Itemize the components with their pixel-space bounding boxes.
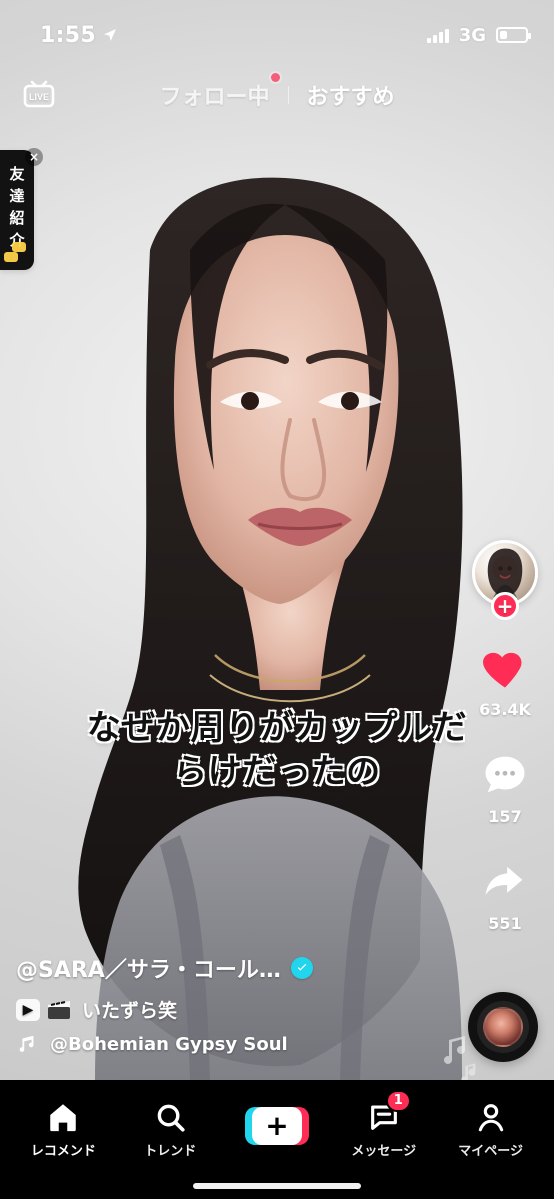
- nav-trending[interactable]: トレンド: [117, 1100, 224, 1159]
- like-action[interactable]: 63.4K: [479, 642, 531, 719]
- profile-icon: [474, 1100, 508, 1134]
- video-info: @SARA／サラ・コール… ▶ いたずら笑 @Bohemian Gypsy So…: [16, 952, 444, 1055]
- friend-invite-char-4: 介: [9, 231, 25, 249]
- create-button[interactable]: +: [244, 1107, 309, 1145]
- bottom-nav-items: レコメンド トレンド + 1 メッセージ マイページ: [0, 1080, 554, 1172]
- friend-invite-char-3: 紹: [9, 209, 25, 227]
- share-arrow-icon: [479, 856, 531, 908]
- friend-invite-close-button[interactable]: ×: [25, 148, 43, 166]
- create-plus-icon: +: [251, 1107, 302, 1145]
- share-action[interactable]: 551: [479, 856, 531, 933]
- share-count: 551: [488, 914, 522, 933]
- video-description: いたずら笑: [82, 1000, 178, 1022]
- nav-messages-label: メッセージ: [351, 1143, 417, 1159]
- coins-icon: [4, 252, 18, 262]
- play-badge-icon: ▶: [16, 998, 40, 1021]
- tab-following-label: フォロー中: [159, 85, 270, 110]
- search-icon: [153, 1100, 187, 1134]
- signal-strength-icon: [426, 27, 449, 43]
- nav-profile-label: マイページ: [458, 1143, 523, 1159]
- status-right: 3G: [426, 24, 531, 46]
- top-navigation: LIVE フォロー中 おすすめ: [0, 70, 554, 120]
- nav-create[interactable]: +: [224, 1107, 331, 1151]
- live-label: LIVE: [29, 92, 49, 102]
- tab-for-you[interactable]: おすすめ: [307, 79, 395, 111]
- home-icon: [46, 1100, 80, 1134]
- top-tabs: フォロー中 おすすめ: [159, 73, 395, 111]
- music-title: @Bohemian Gypsy Soul: [50, 1033, 288, 1055]
- status-time: 1:55: [40, 22, 96, 48]
- message-icon: 1: [367, 1089, 411, 1134]
- description-emoji-icons: ▶: [16, 998, 72, 1021]
- friend-invite-char-1: 友: [9, 165, 25, 183]
- nav-profile[interactable]: マイページ: [437, 1100, 544, 1159]
- friend-invite-badge[interactable]: × 友 達 紹 介: [0, 148, 43, 270]
- creator-username[interactable]: @SARA／サラ・コール…: [16, 952, 281, 984]
- messages-badge: 1: [385, 1089, 411, 1112]
- live-tv-icon: LIVE: [23, 80, 55, 108]
- nav-home[interactable]: レコメンド: [10, 1100, 117, 1159]
- creator-avatar-wrapper[interactable]: +: [472, 540, 538, 620]
- tab-for-you-label: おすすめ: [306, 85, 395, 110]
- like-count: 63.4K: [479, 700, 531, 719]
- friend-invite-char-2: 達: [9, 187, 25, 205]
- music-disc-cover: [483, 1007, 523, 1047]
- tab-separator: [287, 86, 289, 104]
- battery-icon: [496, 27, 531, 43]
- comment-icon: [479, 749, 531, 801]
- tab-following[interactable]: フォロー中: [159, 73, 280, 111]
- music-disc[interactable]: [468, 992, 538, 1062]
- music-row[interactable]: @Bohemian Gypsy Soul: [16, 1033, 444, 1055]
- description-row[interactable]: ▶ いたずら笑: [16, 996, 444, 1023]
- comment-count: 157: [488, 807, 522, 826]
- live-button[interactable]: LIVE: [20, 76, 58, 114]
- follow-plus-button[interactable]: +: [491, 592, 519, 620]
- music-note-icon: [19, 1035, 34, 1052]
- battery-fill: [500, 31, 507, 39]
- status-bar: 1:55 3G: [0, 0, 554, 70]
- creator-row[interactable]: @SARA／サラ・コール…: [16, 952, 444, 984]
- network-type: 3G: [458, 24, 486, 46]
- tiktok-feed-screen: 1:55 3G LIVE フォロー中 おすすめ × 友 達 紹 介 なぜか周りが…: [0, 0, 554, 1199]
- heart-icon: [479, 642, 531, 694]
- clapperboard-icon: [46, 999, 72, 1021]
- comment-action[interactable]: 157: [479, 749, 531, 826]
- home-indicator: [193, 1183, 361, 1189]
- nav-home-label: レコメンド: [30, 1143, 96, 1159]
- nav-trending-label: トレンド: [144, 1143, 197, 1159]
- tab-following-notification-dot: [270, 73, 280, 82]
- nav-messages[interactable]: 1 メッセージ: [330, 1089, 437, 1159]
- right-action-rail: + 63.4K 157 551: [470, 540, 540, 963]
- location-arrow-icon: [103, 29, 116, 41]
- verified-check-icon: [290, 957, 313, 979]
- bottom-navigation: レコメンド トレンド + 1 メッセージ マイページ: [0, 1080, 554, 1199]
